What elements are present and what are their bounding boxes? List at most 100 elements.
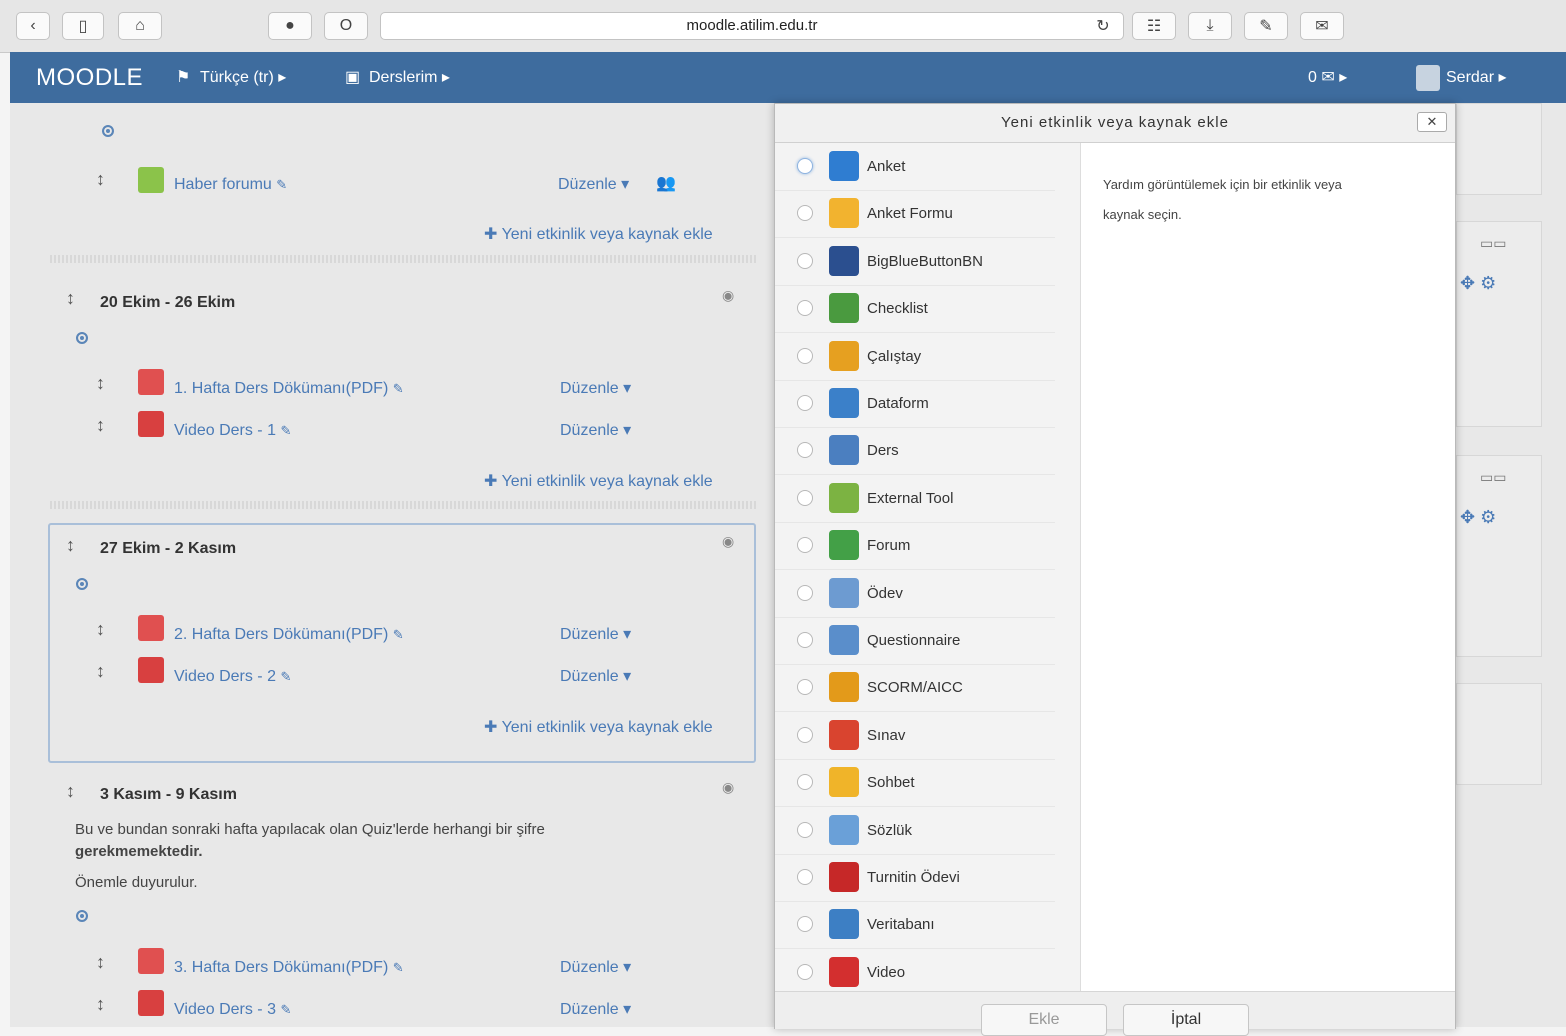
eye-icon[interactable]: ◉ — [722, 533, 734, 550]
edit-dropdown[interactable]: Düzenle ▾ — [560, 999, 631, 1019]
activity-option[interactable]: Turnitin Ödevi — [775, 854, 1055, 902]
add-activity-link[interactable]: ✚ Yeni etkinlik veya kaynak ekle — [484, 471, 713, 491]
courses-menu[interactable]: Derslerim ▸ — [369, 52, 450, 103]
activity-link[interactable]: Haber forumu ✎ — [174, 176, 287, 194]
activity-option[interactable]: Questionnaire — [775, 617, 1055, 665]
activity-option[interactable]: Sözlük — [775, 807, 1055, 855]
edit-dropdown[interactable]: Düzenle ▾ — [560, 666, 631, 686]
opera-icon[interactable]: O — [324, 12, 368, 40]
reload-icon[interactable]: ↻ — [1088, 12, 1118, 40]
radio-button[interactable] — [797, 347, 813, 364]
bigbluebutton-icon — [829, 245, 859, 276]
block-controls-icon[interactable]: ▭▭ — [1480, 235, 1506, 252]
edit-dropdown[interactable]: Düzenle ▾ — [560, 378, 631, 398]
gear-icon[interactable] — [76, 332, 88, 344]
move-icon[interactable]: ↕ — [96, 994, 105, 1015]
gear-icon[interactable] — [102, 125, 114, 137]
move-icon[interactable]: ↕ — [66, 288, 75, 309]
activity-option-label: Veritabanı — [867, 916, 935, 934]
radio-button[interactable] — [797, 726, 813, 743]
section-title[interactable]: 3 Kasım - 9 Kasım — [100, 786, 237, 804]
eye-icon[interactable]: ◉ — [722, 287, 734, 304]
radio-button[interactable] — [797, 632, 813, 648]
block-controls-icon[interactable]: ▭▭ — [1480, 469, 1506, 486]
activity-option[interactable]: Ders — [775, 427, 1055, 476]
move-icon[interactable]: ↕ — [66, 781, 75, 802]
radio-button[interactable] — [797, 821, 813, 838]
extension-icon[interactable]: ● — [268, 12, 312, 40]
edit-dropdown[interactable]: Düzenle ▾ — [560, 957, 631, 977]
add-button[interactable]: Ekle — [981, 1004, 1107, 1036]
activity-link[interactable]: 3. Hafta Ders Dökümanı(PDF) ✎ — [174, 959, 404, 977]
add-activity-link[interactable]: ✚ Yeni etkinlik veya kaynak ekle — [484, 717, 713, 737]
radio-button[interactable] — [797, 963, 813, 980]
radio-button[interactable] — [797, 395, 813, 411]
radio-button[interactable] — [797, 300, 813, 317]
avatar[interactable] — [1416, 65, 1440, 91]
activity-option[interactable]: Anket Formu — [775, 190, 1055, 239]
activity-option[interactable]: Dataform — [775, 380, 1055, 428]
move-icon[interactable]: ↕ — [96, 952, 105, 973]
activity-option[interactable]: Sohbet — [775, 759, 1055, 808]
move-icon[interactable]: ↕ — [96, 373, 105, 394]
activity-option[interactable]: External Tool — [775, 475, 1055, 523]
radio-button[interactable] — [797, 869, 813, 885]
activity-option[interactable]: SCORM/AICC — [775, 664, 1055, 713]
group-icon[interactable]: 👥 — [656, 173, 676, 193]
activity-option[interactable]: Sınav — [775, 712, 1055, 760]
move-icon[interactable]: ↕ — [96, 619, 105, 640]
activity-option[interactable]: Veritabanı — [775, 901, 1055, 950]
activity-option[interactable]: Çalıştay — [775, 333, 1055, 381]
radio-button[interactable] — [797, 158, 813, 174]
gear-icon[interactable] — [76, 578, 88, 590]
brand-logo[interactable]: MOODLE — [36, 52, 143, 103]
move-block-icon[interactable]: ✥ ⚙ — [1460, 507, 1496, 528]
language-menu[interactable]: Türkçe (tr) ▸ — [200, 52, 286, 103]
radio-button[interactable] — [797, 916, 813, 933]
download-icon[interactable]: ⤓ — [1188, 12, 1232, 40]
radio-button[interactable] — [797, 252, 813, 269]
move-icon[interactable]: ↕ — [66, 535, 75, 556]
move-icon[interactable]: ↕ — [96, 415, 105, 436]
move-icon[interactable]: ↕ — [96, 661, 105, 682]
section-title[interactable]: 27 Ekim - 2 Kasım — [100, 540, 236, 558]
move-block-icon[interactable]: ✥ ⚙ — [1460, 273, 1496, 294]
radio-button[interactable] — [797, 442, 813, 459]
radio-button[interactable] — [797, 679, 813, 696]
activity-link[interactable]: Video Ders - 2 ✎ — [174, 668, 291, 686]
sidebar-icon[interactable]: ▯ — [62, 12, 104, 40]
gear-icon[interactable] — [76, 910, 88, 922]
address-bar[interactable]: moodle.atilim.edu.tr — [380, 12, 1124, 40]
cancel-button[interactable]: İptal — [1123, 1004, 1249, 1036]
activity-link[interactable]: Video Ders - 1 ✎ — [174, 422, 291, 440]
radio-button[interactable] — [797, 489, 813, 506]
edit-icon[interactable]: ✎ — [1244, 12, 1288, 40]
messages-menu[interactable]: 0 ✉ ▸ — [1308, 52, 1347, 103]
activity-option[interactable]: Ödev — [775, 570, 1055, 618]
radio-button[interactable] — [797, 205, 813, 222]
add-activity-link[interactable]: ✚ Yeni etkinlik veya kaynak ekle — [484, 224, 713, 244]
close-button[interactable]: ✕ — [1417, 112, 1447, 132]
grid-icon[interactable]: ☷ — [1132, 12, 1176, 40]
edit-dropdown[interactable]: Düzenle ▾ — [560, 420, 631, 440]
radio-button[interactable] — [797, 584, 813, 601]
activity-option[interactable]: Checklist — [775, 285, 1055, 334]
home-icon[interactable]: ⌂ — [118, 12, 162, 40]
activity-link[interactable]: Video Ders - 3 ✎ — [174, 1001, 291, 1019]
back-icon[interactable]: ‹ — [16, 12, 50, 40]
radio-button[interactable] — [797, 774, 813, 791]
eye-icon[interactable]: ◉ — [722, 779, 734, 796]
activity-option[interactable]: Forum — [775, 522, 1055, 571]
section-title[interactable]: 20 Ekim - 26 Ekim — [100, 294, 235, 312]
user-menu[interactable]: Serdar ▸ — [1446, 52, 1507, 103]
mail-icon[interactable]: ✉ — [1300, 12, 1344, 40]
activity-option[interactable]: Anket — [775, 143, 1055, 191]
edit-dropdown[interactable]: Düzenle ▾ — [560, 624, 631, 644]
move-icon[interactable]: ↕ — [96, 169, 105, 190]
activity-link[interactable]: 2. Hafta Ders Dökümanı(PDF) ✎ — [174, 626, 404, 644]
activity-option[interactable]: BigBlueButtonBN — [775, 238, 1055, 286]
edit-dropdown[interactable]: Düzenle ▾ — [558, 174, 629, 194]
activity-link[interactable]: 1. Hafta Ders Dökümanı(PDF) ✎ — [174, 380, 404, 398]
radio-button[interactable] — [797, 537, 813, 554]
activity-option[interactable]: Video — [775, 949, 1055, 997]
